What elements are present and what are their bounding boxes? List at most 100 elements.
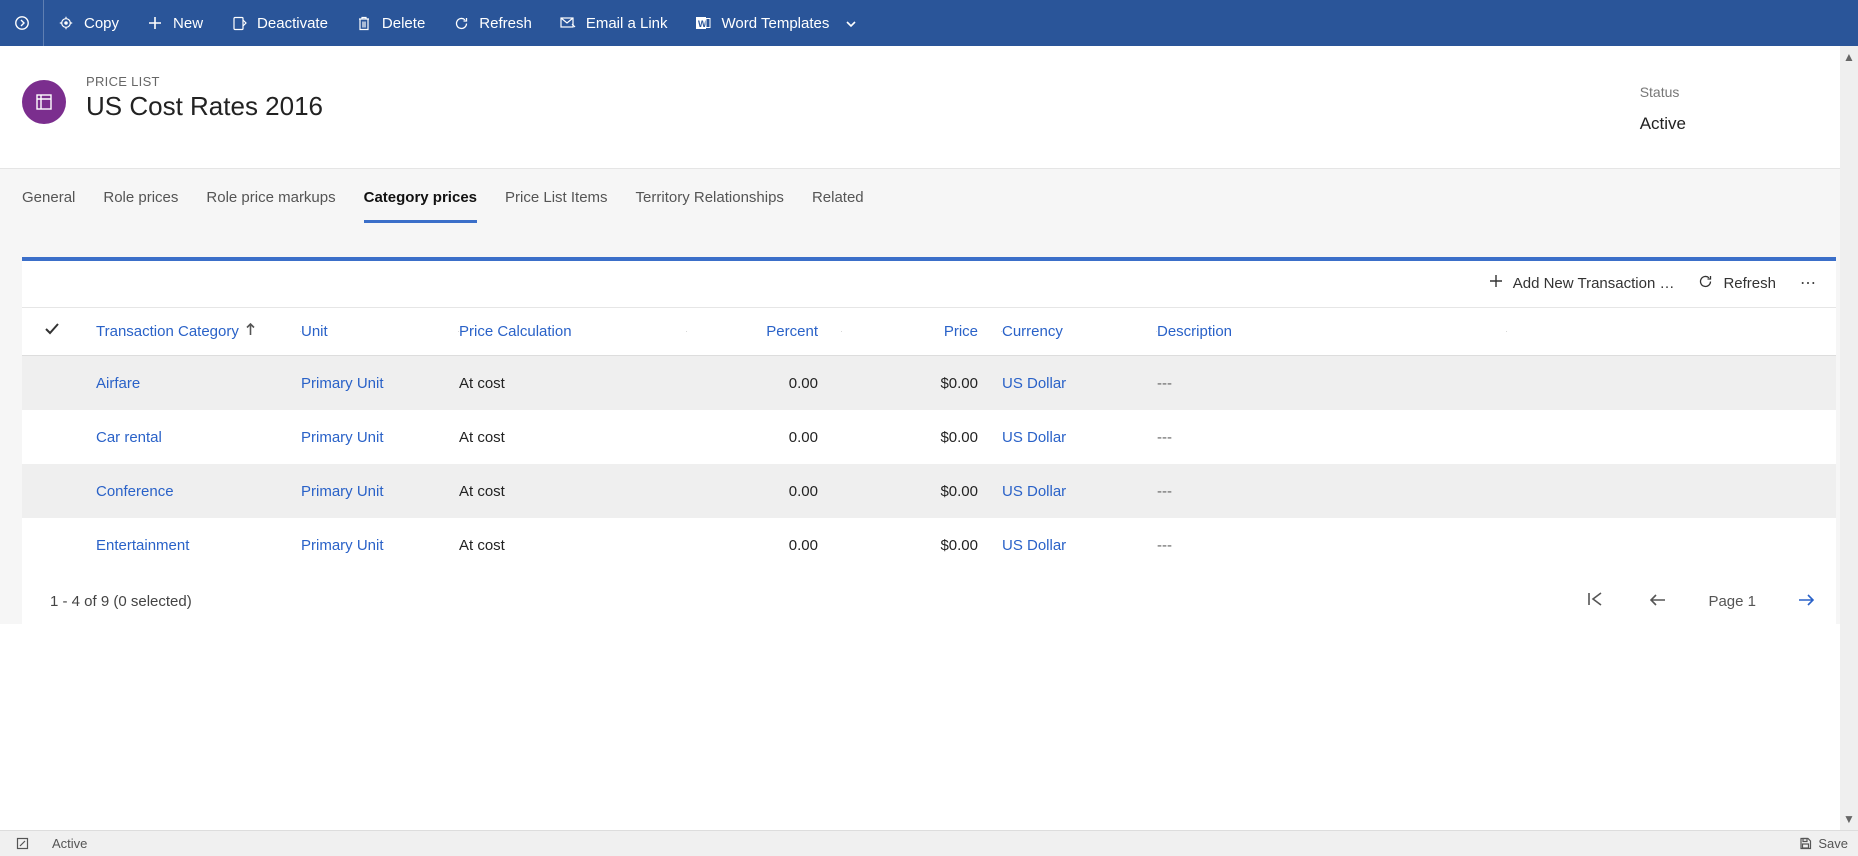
check-icon [44, 322, 60, 336]
new-button[interactable]: New [133, 0, 217, 46]
table-row[interactable]: Car rentalPrimary UnitAt cost0.00$0.00US… [22, 410, 1836, 464]
cell-currency[interactable]: US Dollar [1002, 483, 1157, 500]
save-button[interactable]: Save [1799, 836, 1858, 851]
sort-asc-icon [245, 323, 256, 340]
tab-price-list-items[interactable]: Price List Items [505, 169, 608, 223]
col-currency[interactable]: Currency [1002, 323, 1157, 340]
cell-price: $0.00 [842, 429, 1002, 446]
email-link-label: Email a Link [586, 15, 668, 32]
cell-price: $0.00 [842, 375, 1002, 392]
col-price[interactable]: Price [842, 323, 1002, 340]
save-label: Save [1818, 836, 1848, 851]
pager: Page 1 [1582, 588, 1818, 614]
record-eyebrow: PRICE LIST [86, 74, 323, 89]
word-templates-label: Word Templates [722, 15, 830, 32]
grid-card: Add New Transaction … Refresh ⋯ Transact… [22, 257, 1836, 624]
delete-label: Delete [382, 15, 425, 32]
cell-currency[interactable]: US Dollar [1002, 429, 1157, 446]
table-row[interactable]: AirfarePrimary UnitAt cost0.00$0.00US Do… [22, 356, 1836, 410]
grid-count-label: 1 - 4 of 9 (0 selected) [50, 593, 192, 610]
scroll-down-icon[interactable]: ▼ [1843, 808, 1855, 830]
vertical-scrollbar[interactable]: ▲ ▼ [1840, 46, 1858, 830]
email-icon [560, 15, 576, 31]
chevron-circle-icon [14, 15, 30, 31]
grid-command-row: Add New Transaction … Refresh ⋯ [22, 261, 1836, 308]
cell-category[interactable]: Car rental [96, 429, 301, 446]
cell-unit[interactable]: Primary Unit [301, 483, 459, 500]
trash-icon [356, 15, 372, 31]
cell-percent: 0.00 [687, 375, 842, 392]
deactivate-icon [231, 15, 247, 31]
record-entity-icon [22, 80, 66, 124]
cell-category[interactable]: Entertainment [96, 537, 301, 554]
col-unit[interactable]: Unit [301, 323, 459, 340]
refresh-label: Refresh [479, 15, 532, 32]
save-icon [1799, 837, 1812, 850]
cell-price-calc: At cost [459, 375, 687, 392]
status-label: Status [1640, 84, 1686, 100]
select-all-checkbox[interactable] [44, 322, 96, 341]
col-percent[interactable]: Percent [687, 323, 842, 340]
email-link-button[interactable]: Email a Link [546, 0, 682, 46]
first-page-button[interactable] [1582, 588, 1608, 614]
record-header: PRICE LIST US Cost Rates 2016 Status Act… [0, 46, 1858, 168]
col-price-calculation[interactable]: Price Calculation [459, 323, 687, 340]
grid-refresh-label: Refresh [1723, 275, 1776, 292]
table-row[interactable]: EntertainmentPrimary UnitAt cost0.00$0.0… [22, 518, 1836, 572]
col-transaction-category[interactable]: Transaction Category [96, 323, 301, 340]
tab-role-price-markups[interactable]: Role price markups [206, 169, 335, 223]
grid-header: Transaction Category Unit Price Calculat… [22, 308, 1836, 356]
refresh-icon [453, 15, 469, 31]
cell-percent: 0.00 [687, 483, 842, 500]
tab-related[interactable]: Related [812, 169, 864, 223]
next-page-button[interactable] [1794, 589, 1818, 614]
chevron-down-icon [845, 15, 857, 32]
tab-territory-relationships[interactable]: Territory Relationships [636, 169, 784, 223]
word-icon: W [696, 15, 712, 31]
plus-icon [1489, 274, 1503, 292]
cell-percent: 0.00 [687, 429, 842, 446]
status-bar-state: Active [52, 836, 87, 851]
cell-description: --- [1157, 537, 1507, 554]
status-block: Status Active [1640, 84, 1686, 134]
word-templates-button[interactable]: W Word Templates [682, 0, 872, 46]
copy-button[interactable]: Copy [44, 0, 133, 46]
command-bar: Copy New Deactivate Delete Refresh [0, 0, 1858, 46]
cell-price-calc: At cost [459, 483, 687, 500]
grid-refresh-button[interactable]: Refresh [1688, 268, 1786, 299]
cell-category[interactable]: Airfare [96, 375, 301, 392]
cell-description: --- [1157, 429, 1507, 446]
tab-category-prices[interactable]: Category prices [364, 169, 477, 223]
more-commands-button[interactable]: ⋯ [1790, 267, 1828, 299]
status-value: Active [1640, 114, 1686, 134]
tab-general[interactable]: General [22, 169, 75, 223]
cell-currency[interactable]: US Dollar [1002, 375, 1157, 392]
table-row[interactable]: ConferencePrimary UnitAt cost0.00$0.00US… [22, 464, 1836, 518]
cell-price-calc: At cost [459, 537, 687, 554]
cell-category[interactable]: Conference [96, 483, 301, 500]
add-new-button[interactable]: Add New Transaction … [1479, 268, 1685, 298]
cell-description: --- [1157, 375, 1507, 392]
deactivate-button[interactable]: Deactivate [217, 0, 342, 46]
status-bar-edit-button[interactable] [10, 837, 34, 850]
copy-icon [58, 15, 74, 31]
record-title: US Cost Rates 2016 [86, 91, 323, 122]
cell-price: $0.00 [842, 483, 1002, 500]
col-description[interactable]: Description [1157, 323, 1507, 340]
nav-toggle-button[interactable] [0, 0, 44, 46]
scroll-up-icon[interactable]: ▲ [1843, 46, 1855, 68]
cell-unit[interactable]: Primary Unit [301, 375, 459, 392]
cell-unit[interactable]: Primary Unit [301, 537, 459, 554]
tab-role-prices[interactable]: Role prices [103, 169, 178, 223]
tab-strip: General Role prices Role price markups C… [0, 168, 1858, 624]
cell-unit[interactable]: Primary Unit [301, 429, 459, 446]
copy-label: Copy [84, 15, 119, 32]
cell-description: --- [1157, 483, 1507, 500]
deactivate-label: Deactivate [257, 15, 328, 32]
page-label: Page 1 [1708, 593, 1756, 610]
delete-button[interactable]: Delete [342, 0, 439, 46]
grid-footer: 1 - 4 of 9 (0 selected) Page 1 [22, 572, 1836, 624]
refresh-button[interactable]: Refresh [439, 0, 546, 46]
cell-currency[interactable]: US Dollar [1002, 537, 1157, 554]
prev-page-button[interactable] [1646, 589, 1670, 614]
